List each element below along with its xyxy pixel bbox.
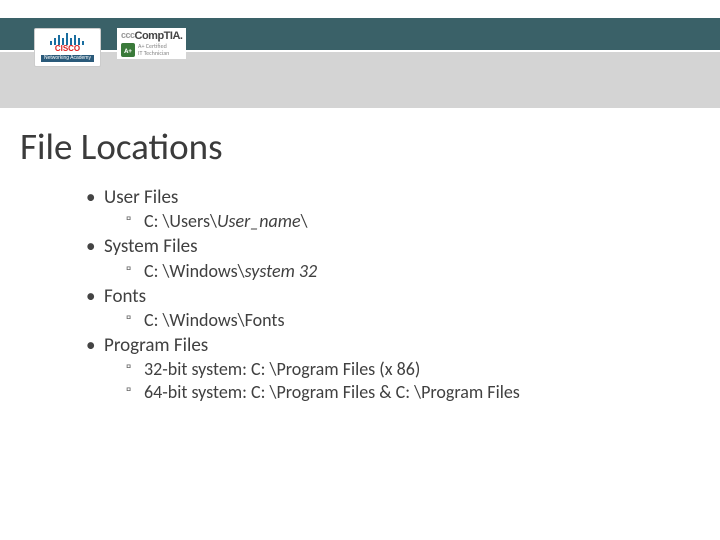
- path-plain: 32-bit system: C: \Program Files (x 86): [144, 358, 420, 380]
- aplus-cert-line2: IT Technician: [138, 50, 169, 57]
- path-italic: system 32: [245, 260, 318, 282]
- page-title: File Locations: [20, 124, 223, 169]
- list-item: Program Files 32-bit system: C: \Program…: [84, 334, 690, 404]
- comptia-cert-row: A+ A+ Certified IT Technician: [121, 43, 169, 57]
- path-plain: C: \Users\: [144, 210, 217, 232]
- header-bar: CISCO Networking Academy cccCompTIA. A+ …: [0, 0, 720, 112]
- path-italic: User_name: [217, 210, 301, 232]
- aplus-cert-text: A+ Certified IT Technician: [138, 43, 169, 56]
- list-item: Fonts C: \Windows\Fonts: [84, 285, 690, 332]
- content-area: User Files C: \Users\User_name\ System F…: [44, 186, 690, 406]
- list-item: User Files C: \Users\User_name\: [84, 186, 690, 233]
- path-suffix: \: [301, 210, 308, 232]
- list-item: System Files C: \Windows\system 32: [84, 235, 690, 282]
- cisco-sub-text: Networking Academy: [41, 55, 94, 62]
- bullet-list: User Files C: \Users\User_name\ System F…: [44, 186, 690, 404]
- list-item-label: System Files: [104, 235, 198, 258]
- comptia-prefix: ccc: [121, 30, 135, 40]
- sub-list-item: 32-bit system: C: \Program Files (x 86): [104, 358, 690, 381]
- cisco-brand-text: CISCO: [55, 45, 80, 53]
- list-item-label: Fonts: [104, 285, 146, 308]
- slide: CISCO Networking Academy cccCompTIA. A+ …: [0, 0, 720, 540]
- comptia-logo: cccCompTIA. A+ A+ Certified IT Technicia…: [117, 28, 186, 59]
- sub-list-item: C: \Windows\system 32: [104, 260, 690, 283]
- logo-row: CISCO Networking Academy cccCompTIA. A+ …: [34, 28, 186, 67]
- aplus-badge-icon: A+: [121, 43, 135, 57]
- sub-list: C: \Windows\Fonts: [104, 309, 690, 332]
- list-item-label: Program Files: [104, 334, 208, 357]
- sub-list-item: C: \Users\User_name\: [104, 210, 690, 233]
- sub-list: C: \Windows\system 32: [104, 260, 690, 283]
- cisco-logo: CISCO Networking Academy: [34, 28, 101, 67]
- sub-list-item: C: \Windows\Fonts: [104, 309, 690, 332]
- path-plain: C: \Windows\Fonts: [144, 309, 285, 331]
- comptia-brand: CompTIA.: [135, 30, 183, 42]
- list-item-label: User Files: [104, 186, 178, 209]
- sub-list: 32-bit system: C: \Program Files (x 86) …: [104, 358, 690, 404]
- path-plain: C: \Windows\: [144, 260, 245, 282]
- path-plain: 64-bit system: C: \Program Files & C: \P…: [144, 381, 520, 403]
- comptia-brand-text: cccCompTIA.: [121, 30, 182, 42]
- sub-list-item: 64-bit system: C: \Program Files & C: \P…: [104, 381, 690, 404]
- sub-list: C: \Users\User_name\: [104, 210, 690, 233]
